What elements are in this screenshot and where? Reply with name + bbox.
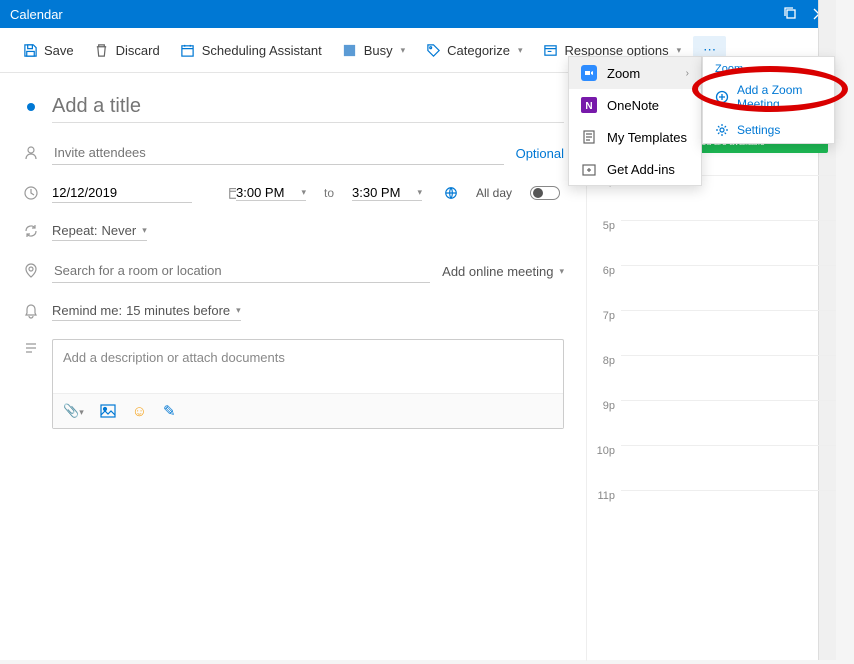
chevron-right-icon: › — [686, 68, 689, 79]
time-label: 9p — [587, 400, 621, 445]
description-placeholder: Add a description or attach documents — [63, 350, 553, 385]
more-actions-menu: Zoom›NOneNoteMy TemplatesGet Add-ins — [568, 56, 702, 186]
menu-item-get-add-ins[interactable]: Get Add-ins — [569, 153, 701, 185]
event-form: Optional ▾ to ▾ All day — [0, 73, 586, 661]
time-slot[interactable]: 10p — [587, 445, 836, 490]
chevron-down-icon: ▾ — [142, 225, 147, 236]
chevron-down-icon: ▾ — [236, 305, 241, 316]
repeat-icon — [22, 222, 40, 240]
popout-icon[interactable] — [784, 7, 798, 21]
timezone-icon[interactable] — [444, 186, 458, 200]
menu-item-my-templates[interactable]: My Templates — [569, 121, 701, 153]
response-icon — [543, 42, 559, 58]
calendar-icon — [180, 42, 196, 58]
to-label: to — [324, 186, 334, 200]
attendees-input[interactable] — [52, 141, 504, 165]
time-slot[interactable]: 7p — [587, 310, 836, 355]
clock-icon — [22, 184, 40, 202]
submenu-item-settings[interactable]: Settings — [703, 117, 834, 143]
chevron-down-icon: ▾ — [301, 187, 306, 198]
window-title: Calendar — [10, 7, 784, 22]
addins-icon — [581, 161, 597, 177]
time-label: 8p — [587, 355, 621, 400]
image-icon[interactable] — [100, 404, 116, 418]
chevron-down-icon: ▾ — [518, 45, 523, 56]
attach-icon[interactable]: 📎▾ — [63, 403, 84, 419]
discard-button[interactable]: Discard — [86, 38, 168, 62]
chevron-down-icon: ▾ — [417, 187, 422, 198]
time-slot[interactable]: 6p — [587, 265, 836, 310]
end-time-field[interactable]: ▾ — [352, 185, 422, 201]
location-icon — [22, 262, 40, 280]
plus-icon — [715, 90, 729, 104]
format-icon[interactable]: ✎ — [163, 402, 176, 420]
reminder-dropdown[interactable]: Remind me: 15 minutes before ▾ — [52, 301, 241, 321]
add-online-meeting-dropdown[interactable]: Add online meeting ▾ — [442, 264, 564, 279]
templates-icon — [581, 129, 597, 145]
submenu-header: Zoom — [703, 57, 834, 77]
submenu-item-add-a-zoom-meeting[interactable]: Add a Zoom Meeting — [703, 77, 834, 117]
busy-icon — [342, 42, 358, 58]
date-input[interactable] — [52, 185, 228, 200]
trash-icon — [94, 42, 110, 58]
menu-item-zoom[interactable]: Zoom› — [569, 57, 701, 89]
title-bullet-icon — [27, 103, 35, 111]
scheduling-assistant-button[interactable]: Scheduling Assistant — [172, 38, 330, 62]
time-label: 6p — [587, 265, 621, 310]
svg-text:N: N — [585, 101, 592, 112]
save-button[interactable]: Save — [14, 38, 82, 62]
busy-dropdown[interactable]: Busy ▾ — [334, 38, 413, 62]
time-slot[interactable]: 8p — [587, 355, 836, 400]
categorize-dropdown[interactable]: Categorize ▾ — [417, 38, 530, 62]
emoji-icon[interactable]: ☺ — [132, 403, 147, 420]
chevron-down-icon: ▾ — [677, 45, 682, 56]
gear-icon — [715, 123, 729, 137]
location-input[interactable] — [52, 259, 430, 283]
start-time-input[interactable] — [236, 185, 299, 200]
description-editor[interactable]: Add a description or attach documents 📎▾… — [52, 339, 564, 429]
time-slot[interactable]: 5p — [587, 220, 836, 265]
time-slot[interactable]: 11p — [587, 490, 836, 535]
allday-label: All day — [476, 186, 512, 200]
calendar-event-window: Calendar Save Discard Scheduling Assista… — [0, 0, 836, 660]
description-toolbar: 📎▾ ☺ ✎ — [53, 393, 563, 428]
description-icon — [22, 339, 40, 357]
time-label: 5p — [587, 220, 621, 265]
onenote-icon: N — [581, 97, 597, 113]
time-label: 7p — [587, 310, 621, 355]
start-time-field[interactable]: ▾ — [236, 185, 306, 201]
tag-icon — [425, 42, 441, 58]
date-field[interactable] — [52, 183, 192, 203]
time-slot[interactable]: 9p — [587, 400, 836, 445]
zoom-submenu: ZoomAdd a Zoom MeetingSettings — [702, 56, 835, 144]
menu-item-onenote[interactable]: NOneNote — [569, 89, 701, 121]
optional-link[interactable]: Optional — [516, 146, 564, 161]
repeat-dropdown[interactable]: Repeat: Never ▾ — [52, 221, 147, 241]
titlebar: Calendar — [0, 0, 836, 28]
time-label: 10p — [587, 445, 621, 490]
save-icon — [22, 42, 38, 58]
time-label: 11p — [587, 490, 621, 535]
chevron-down-icon: ▾ — [559, 266, 564, 277]
reminder-icon — [22, 302, 40, 320]
person-icon — [22, 144, 40, 162]
zoom-icon — [581, 65, 597, 81]
allday-toggle[interactable] — [530, 186, 560, 200]
end-time-input[interactable] — [352, 185, 415, 200]
title-input[interactable] — [52, 91, 564, 123]
chevron-down-icon: ▾ — [401, 45, 406, 56]
